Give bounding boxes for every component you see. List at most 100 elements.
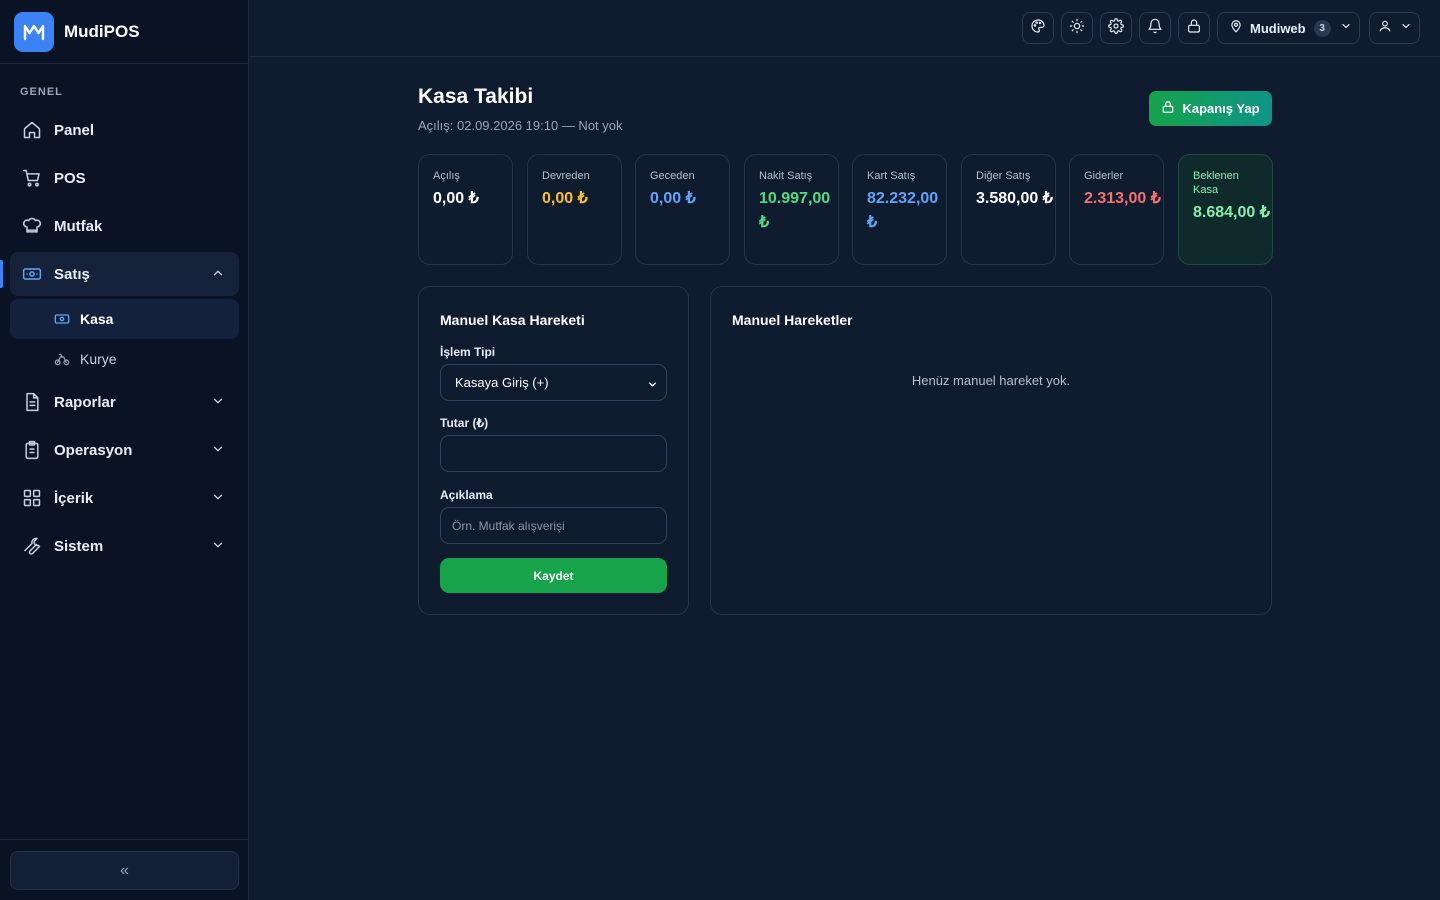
chevron-down-icon xyxy=(1340,19,1352,37)
sidebar-item-label: Mutfak xyxy=(54,217,103,235)
grid-icon xyxy=(22,488,42,508)
page-title: Kasa Takibi xyxy=(418,85,534,108)
bicycle-icon xyxy=(54,351,70,367)
chevron-down-icon xyxy=(211,442,225,461)
stat-value: 8.684,00 ₺ xyxy=(1193,204,1270,221)
stat-card-nakit-satis: Nakit Satış 10.997,00 ₺ xyxy=(744,154,839,265)
stat-label: Kart Satış xyxy=(867,170,916,182)
light-mode-button[interactable] xyxy=(1061,12,1093,44)
manual-transaction-form: Manuel Kasa Hareketi İşlem Tipi Kasaya G… xyxy=(418,286,689,615)
sidebar-item-label: Panel xyxy=(54,121,95,139)
chevron-down-icon xyxy=(211,490,225,509)
stat-label: Açılış xyxy=(433,170,460,182)
stat-label: Devreden xyxy=(542,170,590,182)
chevron-down-icon xyxy=(647,378,658,393)
sidebar-item-label: Operasyon xyxy=(54,441,133,459)
sidebar-item-label: İçerik xyxy=(54,489,94,507)
map-pin-icon xyxy=(1229,19,1243,38)
stat-label: Diğer Satış xyxy=(976,170,1031,182)
description-input[interactable]: Örn. Mutfak alışverişi xyxy=(440,507,667,544)
brand-name: MudiPOS xyxy=(64,21,140,41)
stat-value: 0,00 ₺ xyxy=(433,190,479,207)
chef-hat-icon xyxy=(22,216,42,236)
chevron-down-icon xyxy=(211,394,225,413)
page-subtitle: Açılış: 02.09.2026 19:10 — Not yok xyxy=(418,118,623,133)
stat-label: Geceden xyxy=(650,170,695,182)
stat-card-kart-satis: Kart Satış 82.232,00 ₺ xyxy=(852,154,947,265)
stat-value: 82.232,00 ₺ xyxy=(867,190,939,231)
home-icon xyxy=(22,120,42,140)
clipboard-icon xyxy=(22,440,42,460)
section-label: GENEL xyxy=(20,86,63,98)
close-register-button[interactable]: Kapanış Yap xyxy=(1149,91,1272,126)
sidebar-item-operasyon[interactable]: Operasyon xyxy=(10,428,239,472)
gear-icon xyxy=(1108,17,1124,39)
stat-label: Nakit Satış xyxy=(759,170,813,182)
list-title: Manuel Hareketler xyxy=(732,312,853,328)
stat-card-beklenen-kasa: Beklenen Kasa 8.684,00 ₺ xyxy=(1178,154,1273,265)
lock-icon xyxy=(1186,18,1202,39)
empty-state-text: Henüz manuel hareket yok. xyxy=(911,373,1071,388)
notifications-button[interactable] xyxy=(1139,12,1171,44)
brand[interactable]: MudiPOS xyxy=(0,0,248,64)
sidebar-item-mutfak[interactable]: Mutfak xyxy=(10,204,239,248)
chevron-down-icon xyxy=(211,538,225,557)
sidebar-item-icerik[interactable]: İçerik xyxy=(10,476,239,520)
branch-name: Mudiweb xyxy=(1250,20,1306,36)
stat-card-devreden: Devreden 0,00 ₺ xyxy=(527,154,622,265)
lock-screen-button[interactable] xyxy=(1178,12,1210,44)
sidebar-subitem-kurye[interactable]: Kurye xyxy=(10,339,239,379)
amount-input[interactable] xyxy=(440,435,667,472)
branch-selector[interactable]: Mudiweb 3 xyxy=(1217,12,1360,44)
user-menu-button[interactable] xyxy=(1369,12,1420,44)
stat-card-geceden: Geceden 0,00 ₺ xyxy=(635,154,730,265)
transaction-type-value: Kasaya Giriş (+) xyxy=(455,375,549,390)
description-label: Açıklama xyxy=(440,488,493,502)
stat-label: Giderler xyxy=(1084,170,1124,182)
brand-logo xyxy=(14,11,54,52)
collapse-sidebar-button[interactable]: « xyxy=(10,851,239,890)
file-icon xyxy=(22,392,42,412)
sidebar-item-satis[interactable]: Satış xyxy=(10,252,239,296)
sidebar-item-raporlar[interactable]: Raporlar xyxy=(10,380,239,424)
sidebar: MudiPOS GENEL Panel POS Mutfak Satış Kas… xyxy=(0,0,249,900)
manual-transactions-list: Manuel Hareketler Henüz manuel hareket y… xyxy=(710,286,1272,615)
sidebar-item-label: Sistem xyxy=(54,537,104,555)
sun-icon xyxy=(1069,18,1085,39)
close-register-label: Kapanış Yap xyxy=(1182,101,1260,116)
sidebar-item-sistem[interactable]: Sistem xyxy=(10,524,239,568)
stat-value: 3.580,00 ₺ xyxy=(976,190,1053,207)
bell-icon xyxy=(1147,18,1163,39)
cart-icon xyxy=(22,168,42,188)
stat-value: 0,00 ₺ xyxy=(650,190,696,207)
chevron-up-icon xyxy=(211,266,225,285)
settings-button[interactable] xyxy=(1100,12,1132,44)
transaction-type-label: İşlem Tipi xyxy=(440,345,496,359)
stat-value: 10.997,00 ₺ xyxy=(759,190,831,231)
save-button[interactable]: Kaydet xyxy=(440,558,667,593)
user-icon xyxy=(1378,19,1392,38)
transaction-type-select[interactable]: Kasaya Giriş (+) xyxy=(440,364,667,401)
wrench-icon xyxy=(22,536,42,556)
stat-card-diger-satis: Diğer Satış 3.580,00 ₺ xyxy=(961,154,1056,265)
sidebar-subitem-kasa[interactable]: Kasa xyxy=(10,299,239,339)
topbar: Mudiweb 3 xyxy=(249,0,1440,57)
amount-label: Tutar (₺) xyxy=(440,416,489,430)
banknote-icon xyxy=(22,264,42,284)
sidebar-item-label: Raporlar xyxy=(54,393,116,411)
sidebar-item-panel[interactable]: Panel xyxy=(10,108,239,152)
sidebar-subitem-label: Kasa xyxy=(80,311,114,327)
sidebar-subitem-label: Kurye xyxy=(80,351,117,367)
stat-value: 2.313,00 ₺ xyxy=(1084,190,1161,207)
sidebar-item-pos[interactable]: POS xyxy=(10,156,239,200)
sidebar-footer: « xyxy=(0,839,248,900)
palette-icon xyxy=(1030,18,1046,39)
chevron-down-icon xyxy=(1400,19,1412,37)
stat-card-giderler: Giderler 2.313,00 ₺ xyxy=(1069,154,1164,265)
sidebar-item-label: POS xyxy=(54,169,86,187)
sidebar-item-label: Satış xyxy=(54,265,90,283)
branch-count-badge: 3 xyxy=(1313,19,1331,37)
stat-label: Beklenen Kasa xyxy=(1193,170,1239,196)
form-title: Manuel Kasa Hareketi xyxy=(440,312,585,328)
theme-palette-button[interactable] xyxy=(1022,12,1054,44)
